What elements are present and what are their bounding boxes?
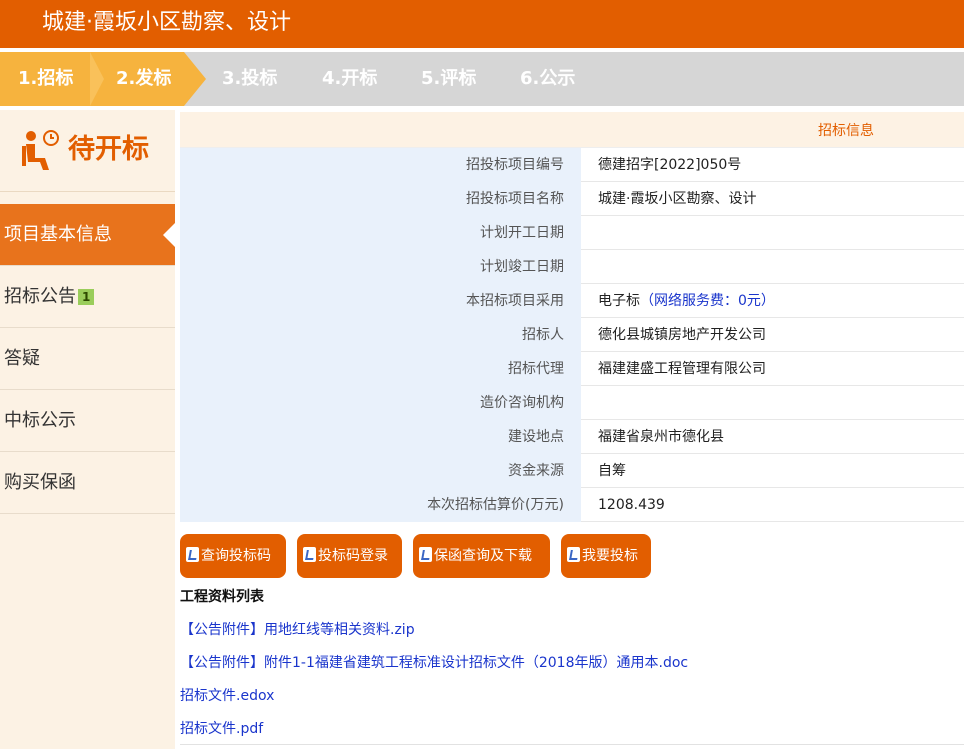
button-label: 查询投标码: [201, 548, 271, 564]
sidebar-item-award-notice[interactable]: 中标公示: [0, 390, 175, 452]
sidebar-item-announcement[interactable]: 招标公告 1: [0, 266, 175, 328]
row-value: 1208.439: [598, 497, 665, 513]
table-row: 招投标项目编号 德建招字[2022]050号: [180, 148, 964, 182]
button-label: 我要投标: [582, 548, 638, 564]
edit-icon: [186, 547, 199, 562]
table-row: 计划开工日期: [180, 216, 964, 250]
table-row: 本招标项目采用 电子标（网络服务费：0元）: [180, 284, 964, 318]
table-row: 建设地点 福建省泉州市德化县: [180, 420, 964, 454]
row-key: 本次招标估算价(万元): [180, 488, 581, 522]
row-value: 德建招字[2022]050号: [598, 157, 742, 173]
edit-icon: [419, 547, 432, 562]
info-heading: 招标信息: [818, 123, 874, 139]
files-title: 工程资料列表: [180, 589, 264, 605]
guarantee-query-download-button[interactable]: 保函查询及下载: [413, 534, 550, 578]
row-key: 造价咨询机构: [180, 386, 581, 420]
edit-icon: [567, 547, 580, 562]
row-key: 计划竣工日期: [180, 250, 581, 284]
bid-type-value: 电子标: [598, 293, 640, 309]
row-value: 自筹: [598, 463, 626, 479]
sidebar-item-label: 项目基本信息: [4, 224, 112, 245]
sidebar-item-qa[interactable]: 答疑: [0, 328, 175, 390]
table-row: 资金来源 自筹: [180, 454, 964, 488]
edit-icon: [303, 547, 316, 562]
file-link[interactable]: 招标文件.pdf: [180, 718, 263, 738]
bid-code-login-button[interactable]: 投标码登录: [297, 534, 402, 578]
table-row: 招投标项目名称 城建·霞坂小区勘察、设计: [180, 182, 964, 216]
file-link[interactable]: 招标文件.edox: [180, 685, 274, 705]
row-key: 本招标项目采用: [180, 284, 581, 318]
action-buttons: 查询投标码 投标码登录 保函查询及下载 我要投标: [180, 534, 964, 578]
step-5: 5.评标: [421, 68, 477, 89]
row-key: 计划开工日期: [180, 216, 581, 250]
button-label: 保函查询及下载: [434, 548, 532, 564]
sidebar: 待开标 项目基本信息 招标公告 1 答疑 中标公示 购买保函: [0, 110, 175, 749]
step-6: 6.公示: [520, 68, 576, 89]
step-progress-arrow: [184, 52, 206, 106]
row-value: [581, 250, 964, 284]
divider: [180, 744, 964, 745]
row-value: 德化县城镇房地产开发公司: [598, 327, 766, 343]
table-row: 招标代理 福建建盛工程管理有限公司: [180, 352, 964, 386]
status-label: 待开标: [68, 134, 149, 165]
sidebar-item-label: 招标公告: [4, 286, 76, 307]
step-3: 3.投标: [222, 68, 278, 89]
submit-bid-button[interactable]: 我要投标: [561, 534, 651, 578]
file-link[interactable]: 【公告附件】附件1-1福建省建筑工程标准设计招标文件（2018年版）通用本.do…: [180, 652, 688, 672]
step-1: 1.招标: [18, 68, 74, 89]
page-title: 城建·霞坂小区勘察、设计: [42, 10, 291, 35]
row-value: [581, 386, 964, 420]
file-link[interactable]: 【公告附件】用地红线等相关资料.zip: [180, 619, 415, 639]
row-value: [581, 216, 964, 250]
row-key: 建设地点: [180, 420, 581, 454]
page: 城建·霞坂小区勘察、设计 1.招标 2.发标 3.投标 4.开标 5.评标 6.…: [0, 0, 964, 749]
table-row: 本次招标估算价(万元) 1208.439: [180, 488, 964, 522]
button-label: 投标码登录: [318, 548, 388, 564]
status-box: 待开标: [0, 110, 175, 192]
step-separator-arrow: [90, 52, 104, 106]
table-row: 计划竣工日期: [180, 250, 964, 284]
sidebar-item-buy-guarantee[interactable]: 购买保函: [0, 452, 175, 514]
row-key: 招投标项目名称: [180, 182, 581, 216]
sidebar-item-label: 购买保函: [4, 472, 76, 493]
top-header: 城建·霞坂小区勘察、设计: [0, 0, 964, 48]
row-key: 资金来源: [180, 454, 581, 488]
step-2: 2.发标: [116, 68, 172, 89]
info-table-header: 招标信息: [180, 112, 964, 148]
row-key: 招投标项目编号: [180, 148, 581, 182]
info-table: 招标信息 招投标项目编号 德建招字[2022]050号 招投标项目名称 城建·霞…: [180, 112, 964, 522]
row-key: 招标人: [180, 318, 581, 352]
row-value: 福建建盛工程管理有限公司: [598, 361, 766, 377]
sidebar-item-label: 中标公示: [4, 410, 76, 431]
waiting-person-clock-icon: [22, 130, 59, 170]
progress-steps: 1.招标 2.发标 3.投标 4.开标 5.评标 6.公示: [0, 52, 964, 106]
row-value: 电子标（网络服务费：0元）: [581, 284, 964, 318]
query-bid-code-button[interactable]: 查询投标码: [180, 534, 286, 578]
table-row: 招标人 德化县城镇房地产开发公司: [180, 318, 964, 352]
table-row: 造价咨询机构: [180, 386, 964, 420]
row-key: 招标代理: [180, 352, 581, 386]
row-value: 城建·霞坂小区勘察、设计: [598, 191, 757, 207]
sidebar-item-label: 答疑: [4, 348, 40, 369]
row-value: 福建省泉州市德化县: [598, 429, 724, 445]
sidebar-item-project-info[interactable]: 项目基本信息: [0, 204, 175, 266]
step-4: 4.开标: [322, 68, 378, 89]
count-badge: 1: [78, 289, 95, 305]
service-fee-note: （网络服务费：0元）: [640, 293, 775, 309]
